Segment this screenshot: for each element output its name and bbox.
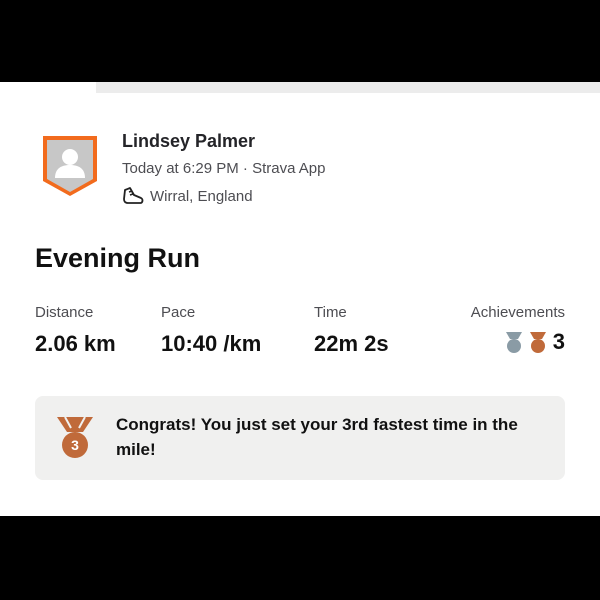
stat-value: 10:40 /km — [161, 331, 262, 356]
stat-value: 22m 2s — [314, 331, 389, 356]
activity-meta: Today at 6:29 PM · Strava App — [122, 160, 326, 177]
achievements-row: 3 — [471, 329, 565, 355]
stat-label: Achievements — [470, 304, 565, 321]
stat-distance: Distance 2.06 km — [35, 304, 116, 357]
banner-text: Congrats! You just set your 3rd fastest … — [116, 415, 518, 459]
stat-pace: Pace 10:40 /km — [161, 304, 261, 357]
silver-medal-icon — [505, 332, 522, 353]
activity-title[interactable]: Evening Run — [35, 243, 200, 274]
achievements-count: 3 — [552, 329, 565, 354]
athlete-name[interactable]: Lindsey Palmer — [122, 131, 255, 152]
running-shoe-icon — [123, 187, 144, 204]
divider — [96, 82, 600, 93]
stat-achievements[interactable]: Achievements 3 — [471, 304, 565, 355]
stat-label: Distance — [35, 304, 94, 321]
activity-card[interactable]: Lindsey Palmer Today at 6:29 PM · Strava… — [0, 82, 600, 516]
bronze-medal-icon — [529, 332, 546, 353]
achievement-banner[interactable]: 3 Congrats! You just set your 3rd fastes… — [35, 396, 565, 480]
stat-value: 2.06 km — [35, 331, 116, 356]
bronze-medal-icon: 3 — [57, 416, 93, 458]
stat-label: Time — [314, 304, 347, 321]
medal-number: 3 — [71, 437, 79, 453]
stat-time: Time 22m 2s — [314, 304, 389, 357]
location-text: Wirral, England — [150, 187, 253, 205]
location-row: Wirral, England — [122, 186, 253, 206]
stat-label: Pace — [161, 304, 196, 321]
avatar[interactable] — [40, 133, 100, 199]
